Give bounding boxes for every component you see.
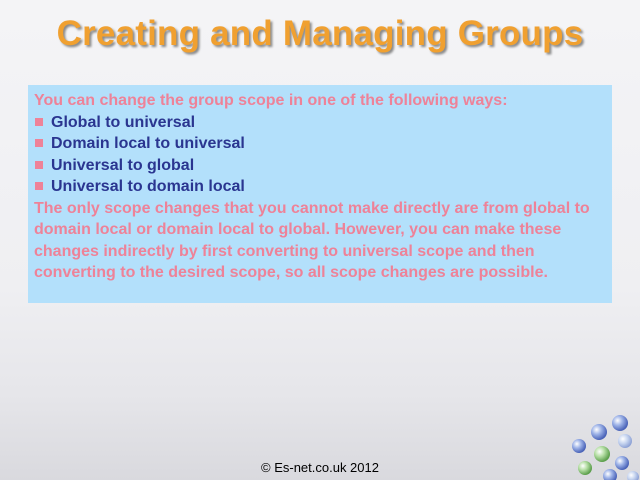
bullet-text: Domain local to universal [51, 135, 245, 152]
bullet-square-icon [35, 160, 43, 169]
body-text: The only scope changes that you cannot m… [34, 199, 590, 282]
bullet-square-icon [35, 117, 43, 126]
bullet-text: Universal to domain local [51, 178, 245, 195]
bullet-item: Universal to domain local [34, 176, 606, 198]
bullet-text: Global to universal [51, 113, 196, 131]
bullet-item: Domain local to universal [34, 133, 606, 155]
bullet-item: Global to universal [34, 112, 606, 134]
slide-title: Creating and Managing Groups [56, 14, 584, 53]
bullet-item: Universal to global [34, 155, 606, 177]
bullet-square-icon [35, 139, 43, 148]
bullet-text: Universal to global [51, 156, 195, 174]
bullet-square-icon [35, 182, 43, 191]
intro-text: You can change the group scope in one of… [34, 92, 508, 109]
content-box: You can change the group scope in one of… [28, 85, 612, 303]
bubbles-decoration-icon [572, 415, 639, 480]
